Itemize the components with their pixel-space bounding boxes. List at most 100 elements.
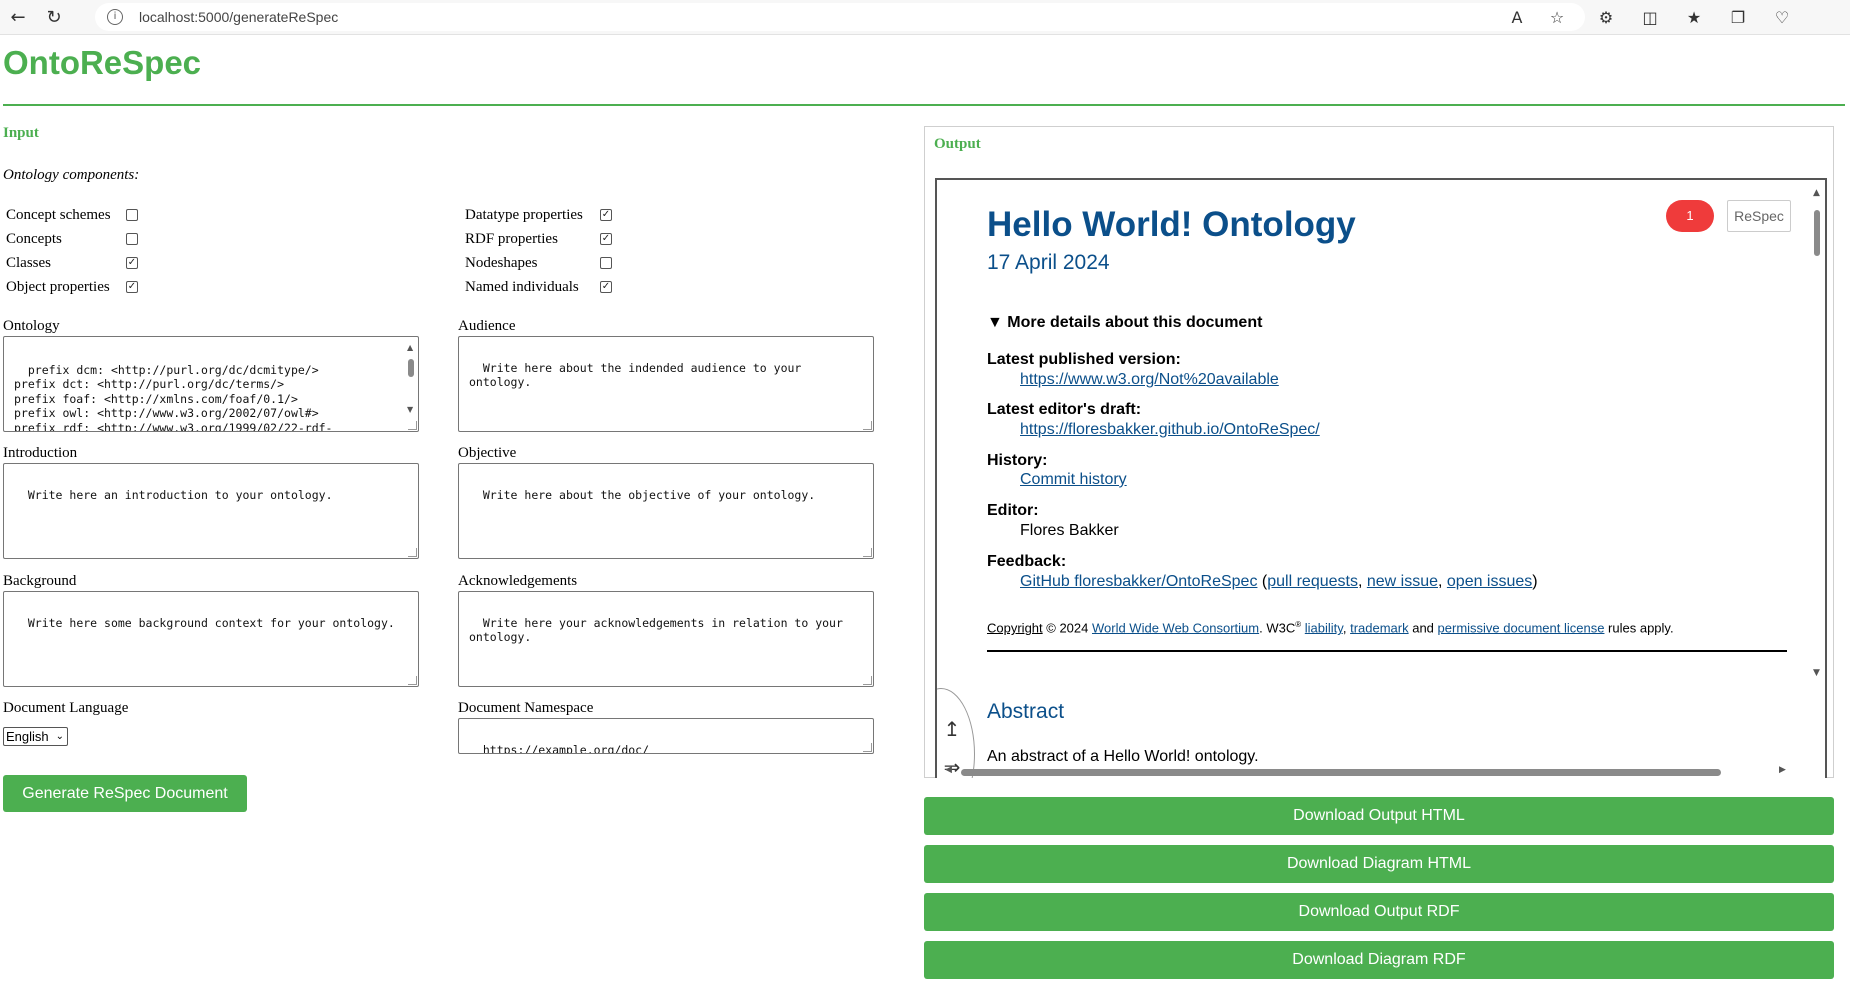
component-checkbox-row[interactable]: Object properties ✓ (6, 277, 138, 297)
download-output-html-button[interactable]: Download Output HTML (924, 797, 1834, 835)
favorites-icon[interactable]: ★ (1682, 5, 1706, 29)
introduction-text: Write here an introduction to your ontol… (27, 487, 333, 502)
generate-respec-button[interactable]: Generate ReSpec Document (3, 775, 247, 812)
browser-essentials-icon[interactable]: ♡ (1770, 5, 1794, 29)
error-count-badge[interactable]: 1 (1666, 200, 1714, 232)
extensions-icon[interactable]: ⚙ (1594, 5, 1618, 29)
trademark-link[interactable]: trademark (1350, 620, 1409, 635)
objective-textarea[interactable]: Write here about the objective of your o… (458, 463, 874, 559)
resize-grip[interactable] (408, 421, 417, 430)
new-issue-link[interactable]: new issue (1367, 573, 1438, 590)
acknowledgements-textarea[interactable]: Write here your acknowledgements in rela… (458, 591, 874, 687)
back-arrow-icon[interactable]: ← (6, 5, 30, 29)
language-select[interactable]: English ⌄ (3, 727, 68, 746)
resize-grip[interactable] (863, 421, 872, 430)
language-value: English (6, 729, 49, 744)
collections-icon[interactable]: ❐ (1726, 5, 1750, 29)
pull-requests-link[interactable]: pull requests (1267, 573, 1358, 590)
w3c-text: . W3C (1259, 620, 1296, 636)
components-label: Ontology components: (3, 167, 140, 183)
component-checkbox-row[interactable]: Classes ✓ (6, 253, 138, 273)
introduction-textarea[interactable]: Write here an introduction to your ontol… (3, 463, 419, 559)
audience-label: Audience (458, 318, 516, 334)
component-checkbox-row[interactable]: RDF properties ✓ (465, 229, 612, 249)
download-diagram-html-button[interactable]: Download Diagram HTML (924, 845, 1834, 883)
output-preview-frame[interactable]: Hello World! Ontology 17 April 2024 1 Re… (935, 178, 1827, 778)
feedback-separator: , (1357, 573, 1367, 590)
objective-text: Write here about the objective of your o… (482, 487, 816, 502)
download-diagram-rdf-button[interactable]: Download Diagram RDF (924, 941, 1834, 979)
component-checkbox-row[interactable]: Concepts (6, 229, 138, 249)
license-link[interactable]: permissive document license (1438, 620, 1605, 635)
scroll-left-icon[interactable]: ◀ (945, 765, 952, 775)
ontology-scrollbar[interactable]: ▲ ▼ (406, 341, 416, 427)
horizontal-scrollbar[interactable]: ◀ ▶ (937, 765, 1797, 778)
audience-textarea[interactable]: Write here about the indended audience t… (458, 336, 874, 432)
reload-icon[interactable]: ↻ (42, 5, 66, 29)
component-checkbox-row[interactable]: Concept schemes (6, 205, 138, 225)
liability-link[interactable]: liability (1305, 620, 1343, 635)
copyright-link[interactable]: Copyright (987, 620, 1043, 635)
info-icon[interactable]: i (107, 9, 123, 25)
resize-grip[interactable] (408, 676, 417, 685)
doc-date: 17 April 2024 (987, 251, 1110, 274)
component-checkbox[interactable] (600, 257, 612, 269)
component-checkbox[interactable]: ✓ (600, 233, 612, 245)
github-repo-link[interactable]: GitHub floresbakker/OntoReSpec (1020, 573, 1257, 590)
component-checkbox[interactable]: ✓ (600, 281, 612, 293)
url-text: localhost:5000/generateReSpec (139, 9, 339, 25)
resize-grip[interactable] (408, 548, 417, 557)
favorite-star-icon[interactable]: ☆ (1545, 5, 1569, 29)
editor-label: Editor: (987, 502, 1039, 519)
editors-draft-link[interactable]: https://floresbakker.github.io/OntoReSpe… (1020, 421, 1320, 438)
component-checkbox-row[interactable]: Named individuals ✓ (465, 277, 612, 297)
component-checkbox[interactable]: ✓ (126, 281, 138, 293)
component-checkbox[interactable] (126, 233, 138, 245)
respec-pill-button[interactable]: ReSpec (1727, 200, 1791, 232)
feedback-close-paren: ) (1532, 573, 1538, 590)
namespace-text: https://example.org/doc/ (482, 742, 650, 754)
component-checkbox[interactable] (126, 209, 138, 221)
background-textarea[interactable]: Write here some background context for y… (3, 591, 419, 687)
copyright-and: and (1408, 620, 1438, 636)
toc-up-arrow-icon[interactable]: ↥ (938, 717, 966, 741)
resize-grip[interactable] (863, 676, 872, 685)
history-label: History: (987, 452, 1048, 469)
scroll-up-icon[interactable]: ▲ (1813, 188, 1820, 198)
latest-published-link[interactable]: https://www.w3.org/Not%20available (1020, 371, 1279, 388)
checkbox-label: RDF properties (465, 231, 558, 247)
ontology-textarea[interactable]: prefix dcm: <http://purl.org/dc/dcmitype… (3, 336, 419, 432)
checkbox-label: Object properties (6, 279, 110, 295)
vertical-scrollbar[interactable]: ▲ ▼ (1811, 188, 1823, 678)
abstract-text: An abstract of a Hello World! ontology. (987, 748, 1259, 765)
component-checkbox[interactable]: ✓ (126, 257, 138, 269)
copyright-line: Copyright © 2024 World Wide Web Consorti… (987, 620, 1674, 635)
commit-history-link[interactable]: Commit history (1020, 471, 1127, 488)
w3c-link[interactable]: World Wide Web Consortium (1092, 620, 1259, 635)
background-label: Background (3, 573, 77, 589)
component-checkbox[interactable]: ✓ (600, 209, 612, 221)
feedback-label: Feedback: (987, 553, 1067, 570)
address-bar[interactable]: i localhost:5000/generateReSpec (95, 3, 1585, 31)
audience-text: Write here about the indended audience t… (469, 360, 809, 390)
resize-grip[interactable] (863, 548, 872, 557)
split-screen-icon[interactable]: ◫ (1638, 5, 1662, 29)
details-summary[interactable]: ▼ More details about this document (987, 314, 1262, 332)
scroll-thumb[interactable] (961, 769, 1721, 776)
acknowledgements-label: Acknowledgements (458, 573, 578, 589)
open-issues-link[interactable]: open issues (1447, 573, 1532, 590)
copyright-end: rules apply. (1604, 620, 1674, 636)
read-aloud-icon[interactable]: A (1505, 5, 1529, 29)
page-title: OntoReSpec (3, 44, 202, 81)
download-output-rdf-button[interactable]: Download Output RDF (924, 893, 1834, 931)
scroll-down-icon[interactable]: ▼ (1813, 668, 1820, 678)
editors-draft-label: Latest editor's draft: (987, 401, 1142, 418)
latest-published-label: Latest published version: (987, 351, 1181, 368)
component-checkbox-row[interactable]: Datatype properties ✓ (465, 205, 612, 225)
abstract-heading: Abstract (987, 700, 1065, 723)
component-checkbox-row[interactable]: Nodeshapes (465, 253, 612, 273)
namespace-input[interactable]: https://example.org/doc/ (458, 718, 874, 754)
scroll-right-icon[interactable]: ▶ (1779, 765, 1786, 775)
scroll-thumb[interactable] (1814, 210, 1820, 256)
resize-grip[interactable] (863, 743, 872, 752)
